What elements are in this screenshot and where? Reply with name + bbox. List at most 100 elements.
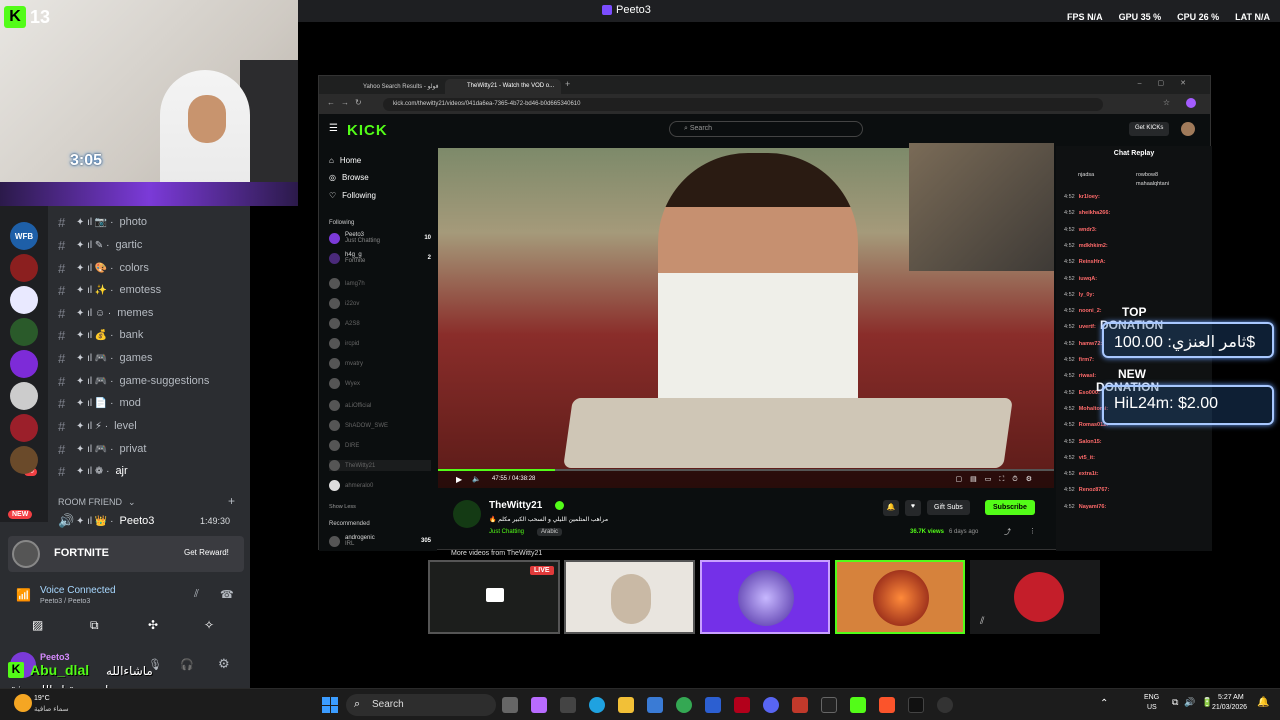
voice-connected-label[interactable]: Voice Connected [40,585,116,596]
discord-icon[interactable] [763,697,779,713]
channel-memes[interactable]: # ✦ ıl ☺ · memes [58,303,153,323]
get-kicks-button[interactable]: Get KICKs [1129,122,1170,136]
bookmark-star-icon[interactable]: ☆ [1163,98,1170,107]
language-tag[interactable]: Arabic [537,528,563,536]
nav-browse[interactable]: ◎ Browse [329,173,369,182]
streamer-name[interactable]: TheWitty21 [489,500,542,511]
app-icon[interactable] [821,697,837,713]
guild-icon-7[interactable] [10,446,38,474]
channel-mod[interactable]: # ✦ ıl 📄 · mod [58,393,141,413]
volume-icon[interactable]: 🔈 [472,475,481,483]
following-item[interactable]: TheWitty21 [329,460,431,471]
tab-yahoo[interactable]: Yahoo Search Results - فولو [341,79,451,94]
player-settings-icons[interactable]: ▢▤▭⛶⏱⚙ [956,475,1040,484]
copilot-icon[interactable] [531,697,547,713]
share-icon[interactable]: ⤴ [1004,527,1011,537]
following-item[interactable]: h4g_g Fortnite 2 [329,252,431,264]
following-item[interactable]: aLiOfficial [329,400,431,411]
channel-games[interactable]: # ✦ ıl 🎮 · games [58,348,153,368]
windows-start-icon[interactable] [322,697,338,713]
url-field[interactable]: kick.com/thewitty21/videos/041da6ea-7365… [383,98,1103,111]
edge-icon[interactable] [589,697,605,713]
guild-icon-6[interactable] [10,414,38,442]
account-avatar[interactable] [1181,122,1195,136]
guild-wfb[interactable]: WFB [10,222,38,250]
camera-off-icon[interactable]: ▨ [32,618,43,632]
guild-icon-5[interactable] [10,382,38,410]
category-room-friend[interactable]: ROOM FRIEND ⌄ [58,492,136,512]
participant-thumbnail[interactable] [564,560,695,634]
settings-gear-icon[interactable]: ⚙ [218,656,230,672]
kick-app-icon[interactable] [850,697,866,713]
nav-home[interactable]: ⌂ Home [329,156,361,165]
acrobat-icon[interactable] [734,697,750,713]
brave-icon[interactable] [879,697,895,713]
show-less-link[interactable]: Show Less [329,504,356,510]
task-view-icon[interactable] [502,697,518,713]
channel-bank[interactable]: # ✦ ıl 💰 · bank [58,325,143,345]
tray-chevron-icon[interactable]: ⌃ [1100,698,1108,709]
chat-message-user[interactable]: uvertf: [1079,324,1096,330]
heart-icon[interactable]: ♥ [905,500,921,516]
tiktok-icon[interactable] [908,697,924,713]
chat-message-user[interactable]: ReinsHrA: [1079,259,1106,265]
obs-icon[interactable] [937,697,953,713]
chat-message-user[interactable]: Nayami76: [1079,504,1107,510]
mail-icon[interactable] [705,697,721,713]
menu-icon[interactable]: ☰ [329,123,338,134]
chat-message-user[interactable]: vt5_it: [1079,455,1095,461]
chat-message-user[interactable]: mdkhkim2: [1079,243,1108,249]
guild-icon-1[interactable] [10,254,38,282]
clock-time[interactable]: 5:27 AM [1218,694,1244,701]
category-link[interactable]: Just Chatting [489,529,524,535]
window-controls[interactable]: –▢✕ [1138,79,1202,87]
following-item[interactable]: DIRE [329,440,431,451]
participant-thumbnail[interactable] [835,560,965,634]
channel-colors[interactable]: # ✦ ıl 🎨 · colors [58,258,149,278]
play-icon[interactable]: ▶ [456,475,462,484]
activities-icon[interactable]: ✣ [148,618,158,632]
channel-avatar[interactable] [453,500,481,528]
add-channel-icon[interactable]: + [228,494,235,508]
chat-message-user[interactable]: Salon15: [1079,439,1102,445]
language-indicator[interactable]: ENG [1144,694,1159,701]
chat-message-user[interactable]: iuwqA: [1079,276,1097,282]
screen-share-icon[interactable]: ⧉ [90,618,99,633]
chrome-icon[interactable] [676,697,692,713]
store-icon[interactable] [647,697,663,713]
subscribe-button[interactable]: Subscribe [985,500,1035,515]
following-item[interactable]: Wyex [329,378,431,389]
gift-subs-button[interactable]: Gift Subs [927,500,970,515]
following-item[interactable]: A2S8 [329,318,431,329]
voice-channel-peeto3[interactable]: 🔊 ✦ ıl 👑 · Peeto3 [58,511,154,531]
kick-logo[interactable]: KICK [347,122,388,139]
chat-message-user[interactable]: ly_0y: [1079,292,1095,298]
search-input[interactable]: ⌕ Search [669,121,863,137]
taskbar-search[interactable]: ⌕ Search [346,694,496,716]
chat-message-user[interactable]: wndr3: [1079,227,1097,233]
new-tab-icon[interactable]: + [565,79,570,89]
chat-message-user[interactable]: riwasl: [1079,373,1096,379]
following-item[interactable]: ShADOW_SWE [329,420,431,431]
channel-emotess[interactable]: # ✦ ıl ✨ · emotess [58,280,161,300]
profile-icon[interactable] [1186,98,1196,108]
following-item[interactable]: i22ov [329,298,431,309]
nav-buttons[interactable]: ←→↻ [327,98,368,107]
notification-bell-icon[interactable]: 🔔 [1257,697,1269,708]
channel-photo[interactable]: # ✦ ıl 📷 · photo [58,212,147,232]
chat-message-user[interactable]: hamw72: [1079,341,1103,347]
recommended-item[interactable]: androgenic IRL 305 [329,535,431,547]
guild-icon-3[interactable] [10,318,38,346]
tab-kick-vod[interactable]: TheWitty21 - Watch the VOD o... [445,79,561,94]
chat-message-user[interactable]: sheikha266: [1079,210,1111,216]
following-item[interactable]: ircpid [329,338,431,349]
following-item[interactable]: Peeto3 Just Chatting 10 [329,232,431,244]
channel-ajr[interactable]: # ✦ ıl ❁ · ajr [58,461,128,481]
screen-share-thumbnail[interactable]: LIVE [428,560,560,634]
chat-message-user[interactable]: Renoz8767: [1079,487,1110,493]
nav-following[interactable]: ♡ Following [329,191,376,200]
bell-icon[interactable]: 🔔 [883,500,899,516]
more-options-icon[interactable]: ⋮ [1029,527,1036,535]
guild-icon-2[interactable] [10,286,38,314]
file-explorer-icon[interactable] [618,697,634,713]
